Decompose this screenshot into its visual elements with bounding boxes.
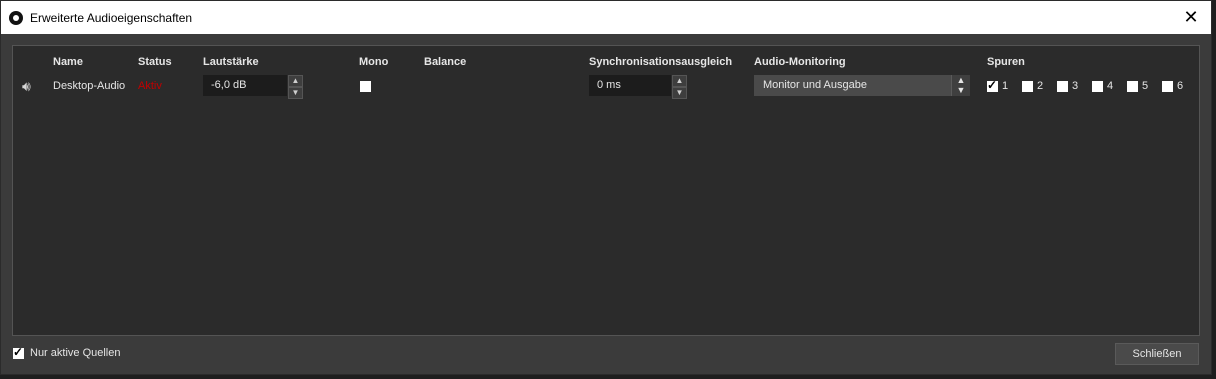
track-1[interactable]: 1 — [987, 78, 1022, 92]
track-4-checkbox[interactable] — [1092, 80, 1103, 92]
column-header-name: Name — [53, 56, 83, 68]
sync-down-icon[interactable]: ▼ — [672, 87, 687, 99]
source-name: Desktop-Audio — [53, 80, 126, 92]
track-2-checkbox[interactable] — [1022, 80, 1033, 92]
mono-checkbox[interactable] — [360, 80, 371, 92]
obs-logo-icon — [9, 11, 23, 25]
column-header-mono: Mono — [359, 56, 389, 68]
volume-down-icon[interactable]: ▼ — [288, 87, 303, 99]
title-bar: Erweiterte Audioeigenschaften ✕ — [1, 1, 1211, 34]
track-5[interactable]: 5 — [1127, 80, 1162, 92]
track-6-checkbox[interactable] — [1162, 80, 1173, 92]
track-1-checkbox[interactable] — [987, 78, 998, 92]
only-active-sources[interactable]: Nur aktive Quellen — [13, 345, 121, 359]
column-header-sync-offset: Synchronisationsausgleich — [589, 56, 733, 68]
audio-properties-window: Erweiterte Audioeigenschaften ✕ Name Sta… — [0, 0, 1212, 375]
sync-up-icon[interactable]: ▲ — [672, 75, 687, 87]
audio-monitoring-value: Monitor und Ausgabe — [763, 79, 867, 91]
audio-sources-panel: Name Status Lautstärke Mono Balance Sync… — [12, 45, 1200, 336]
sync-offset-input[interactable]: 0 ms — [589, 75, 671, 96]
track-6[interactable]: 6 — [1162, 80, 1197, 92]
tracks-group: 1 2 3 4 5 6 — [987, 78, 1197, 92]
volume-stepper[interactable]: -6,0 dB ▲ ▼ — [203, 75, 303, 99]
volume-input[interactable]: -6,0 dB — [203, 75, 287, 96]
chevron-up-down-icon: ▲ ▼ — [951, 75, 970, 96]
close-window-button[interactable]: ✕ — [1179, 5, 1203, 29]
close-button[interactable]: Schließen — [1115, 343, 1199, 365]
column-header-status: Status — [138, 56, 172, 68]
column-header-balance: Balance — [424, 56, 467, 68]
window-title: Erweiterte Audioeigenschaften — [30, 11, 193, 25]
audio-monitoring-select[interactable]: Monitor und Ausgabe ▲ ▼ — [754, 75, 970, 96]
track-3[interactable]: 3 — [1057, 80, 1092, 92]
track-5-checkbox[interactable] — [1127, 80, 1138, 92]
only-active-label: Nur aktive Quellen — [30, 347, 121, 359]
column-header-volume: Lautstärke — [203, 56, 259, 68]
column-header-audio-monitoring: Audio-Monitoring — [754, 56, 846, 68]
track-3-checkbox[interactable] — [1057, 80, 1068, 92]
track-2[interactable]: 2 — [1022, 80, 1057, 92]
volume-up-icon[interactable]: ▲ — [288, 75, 303, 87]
column-header-tracks: Spuren — [987, 56, 1025, 68]
sync-offset-stepper[interactable]: 0 ms ▲ ▼ — [589, 75, 687, 99]
only-active-checkbox[interactable] — [13, 345, 24, 359]
speaker-icon[interactable]: 🔊︎ — [22, 78, 31, 95]
track-4[interactable]: 4 — [1092, 80, 1127, 92]
status-badge: Aktiv — [138, 80, 162, 92]
